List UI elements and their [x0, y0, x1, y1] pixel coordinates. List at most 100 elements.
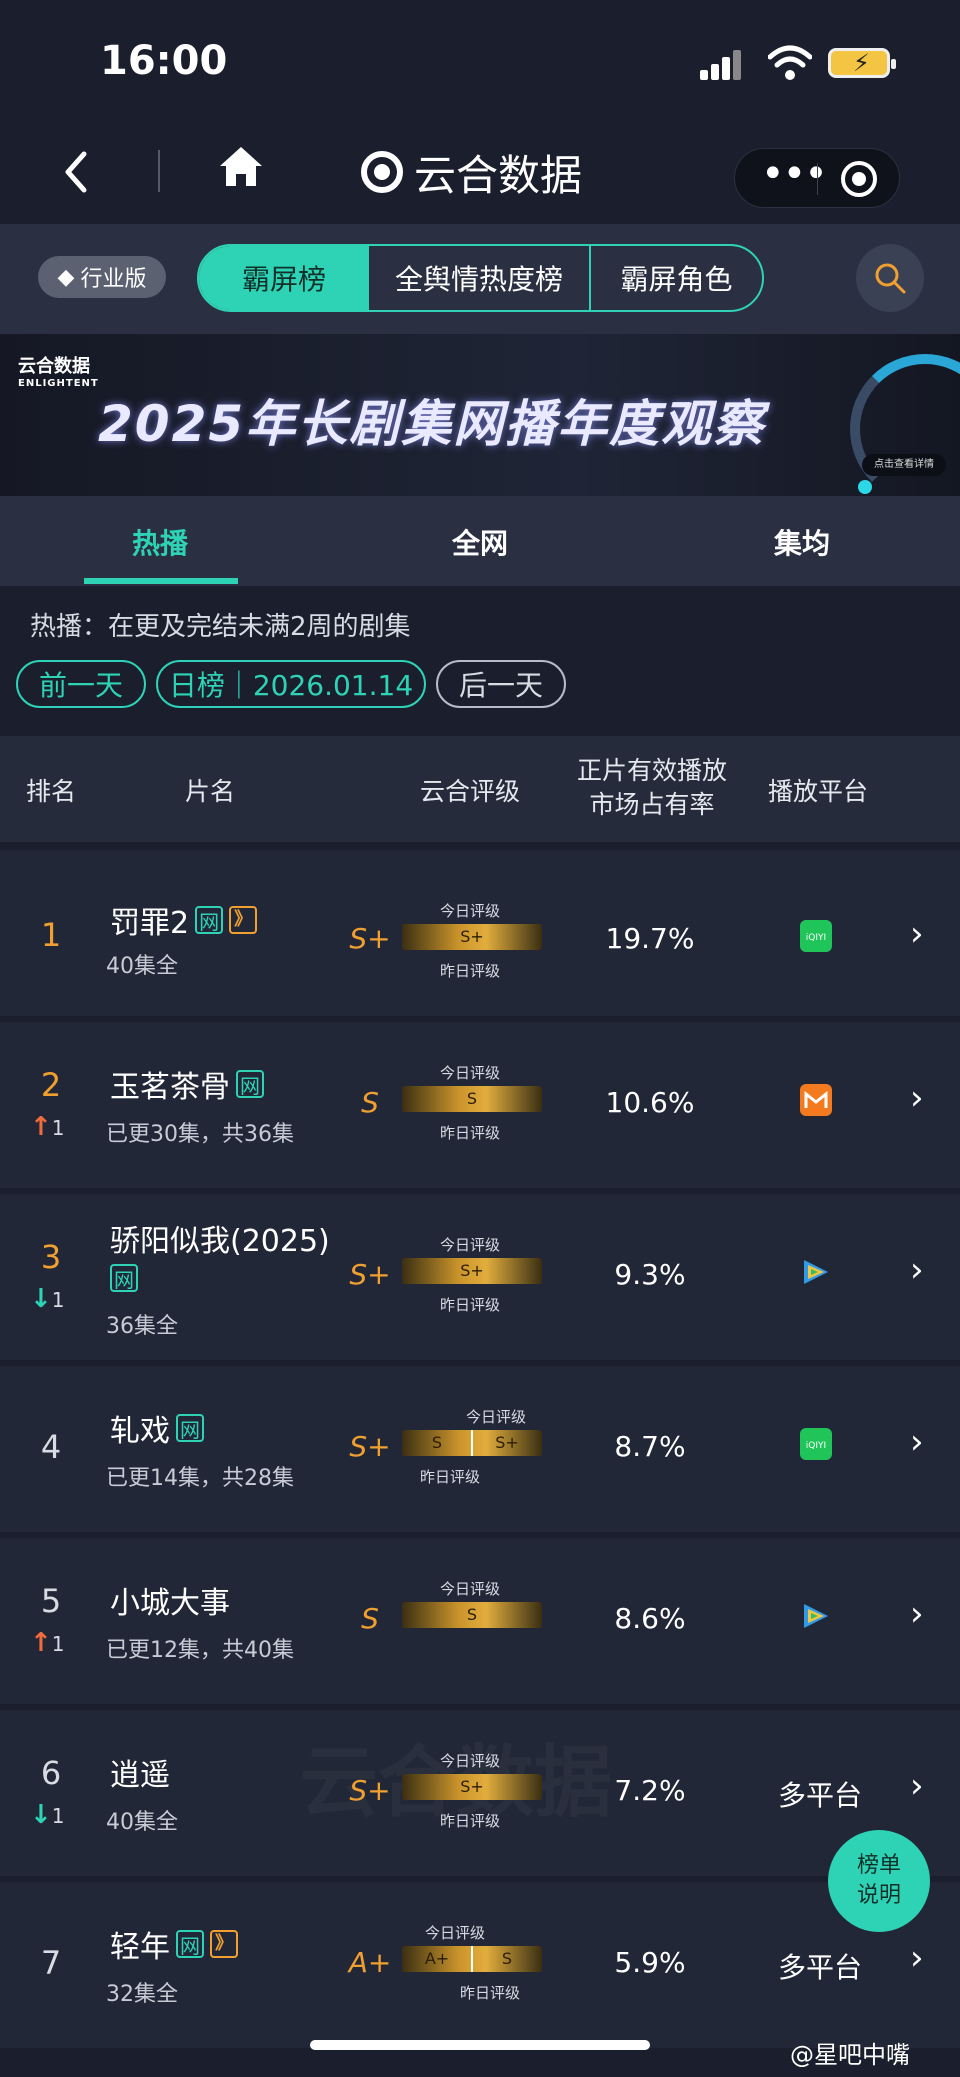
show-title[interactable]: 轻年 网 》 — [110, 1922, 238, 1966]
show-title[interactable]: 骄阳似我(2025) 网 — [110, 1216, 330, 1292]
grade-meter-today: S+ — [495, 1433, 519, 1452]
grade-meter: S+ — [402, 1774, 542, 1800]
nav-title-group: 云合数据 — [360, 142, 582, 202]
fab-line2: 说明 — [856, 1883, 901, 1908]
episode-info: 已更14集，共28集 — [106, 1466, 294, 1491]
ranking-segment: 霸屏榜 全舆情热度榜 霸屏角色 — [197, 244, 764, 312]
show-title-text: 罚罪2 — [110, 906, 190, 941]
row-chevron-icon[interactable]: › — [910, 1078, 924, 1118]
rank-change-value: 1 — [51, 1288, 65, 1312]
today-grade-label: 今日评级 — [439, 1064, 500, 1082]
battery-icon: ⚡ — [828, 48, 896, 78]
grade-meter-yesterday: S — [431, 1433, 443, 1452]
episode-info: 32集全 — [106, 1982, 178, 2007]
tencent-video-icon — [804, 1260, 828, 1284]
yesterday-grade-label: 昨日评级 — [459, 1984, 520, 2002]
tab-hot[interactable]: 热播 — [80, 522, 240, 562]
search-icon — [875, 263, 906, 294]
svg-text:iQIYI: iQIYI — [806, 933, 826, 943]
platform-text: 多平台 — [777, 1951, 862, 1984]
segment-bapingbang[interactable]: 霸屏榜 — [199, 246, 369, 310]
grade-value: S+ — [349, 1258, 391, 1291]
row-chevron-icon[interactable]: › — [910, 1594, 924, 1634]
web-tag-icon: 网 — [236, 1070, 264, 1098]
row-chevron-icon[interactable]: › — [910, 1250, 924, 1290]
home-icon[interactable] — [216, 142, 266, 192]
mango-icon — [800, 1084, 832, 1116]
show-title-text: 轻年 — [110, 1930, 170, 1965]
ranking-type-bar: ◆ 行业版 霸屏榜 全舆情热度榜 霸屏角色 — [0, 224, 960, 334]
home-indicator[interactable] — [310, 2040, 650, 2050]
edition-badge[interactable]: ◆ 行业版 — [38, 256, 166, 298]
table-row[interactable]: 2 ↑1 玉茗茶骨 网 已更30集，共36集 S 今日评级 S 昨日评级 10.… — [0, 1022, 960, 1188]
banner-logo-text: 云合数据 — [18, 356, 90, 377]
yesterday-grade-label: 昨日评级 — [439, 962, 500, 980]
today-grade-label: 今日评级 — [424, 1924, 485, 1942]
row-chevron-icon[interactable]: › — [910, 1938, 924, 1978]
iqiyi-icon: iQIYI — [800, 920, 832, 952]
show-title[interactable]: 小城大事 — [110, 1578, 230, 1622]
grade-meter: S — [402, 1086, 542, 1112]
rank-change-value: 1 — [51, 1116, 65, 1140]
tab-all-network[interactable]: 全网 — [400, 522, 560, 562]
grade-meter-divider — [471, 1946, 473, 1972]
next-day-button[interactable]: 后一天 — [436, 660, 566, 708]
search-button[interactable] — [856, 244, 924, 312]
show-title-text: 玉茗茶骨 — [110, 1070, 230, 1105]
ranking-explanation-button[interactable]: 榜单 说明 — [828, 1830, 930, 1932]
wifi-icon — [768, 45, 812, 80]
grade-meter-text: S+ — [460, 927, 484, 946]
rank-number: 5 — [40, 1582, 62, 1620]
grade-meter-today: A+ — [424, 1949, 450, 1968]
episode-info: 40集全 — [106, 1810, 178, 1835]
row-chevron-icon[interactable]: › — [910, 914, 924, 954]
show-title-text: 逍遥 — [110, 1758, 170, 1793]
segment-bapingjuese[interactable]: 霸屏角色 — [591, 246, 762, 310]
yesterday-grade-label: 昨日评级 — [439, 1812, 500, 1830]
table-row[interactable]: 7 轻年 网 》 32集全 A+ 今日评级 A+ S 昨日评级 5.9% 多平台… — [0, 1882, 960, 2048]
target-icon[interactable] — [841, 161, 877, 197]
grade-meter-text: S — [466, 1605, 478, 1624]
table-row[interactable]: 3 ↓1 骄阳似我(2025) 网 36集全 S+ 今日评级 S+ 昨日评级 9… — [0, 1194, 960, 1360]
table-row[interactable]: 1 罚罪2 网 》 40集全 S+ 今日评级 S+ 昨日评级 19.7% iQI… — [0, 850, 960, 1016]
chevron-left-icon — [65, 151, 87, 193]
segment-quanyuqing[interactable]: 全舆情热度榜 — [369, 246, 591, 310]
tab-episode-avg[interactable]: 集均 — [722, 522, 882, 562]
grade-meter-yesterday: S — [501, 1949, 513, 1968]
today-grade-label: 今日评级 — [439, 902, 500, 920]
sub-tabs: 热播 全网 集均 — [0, 496, 960, 586]
date-picker-button[interactable]: 日榜｜2026.01.14 — [156, 660, 426, 708]
market-share: 5.9% — [614, 1946, 686, 1979]
table-row[interactable]: 5 ↑1 小城大事 已更12集，共40集 S 今日评级 S 8.6% › — [0, 1538, 960, 1704]
grade-value: S — [361, 1086, 379, 1119]
promo-banner[interactable]: 云合数据 ENLIGHTENT 2025年长剧集网播年度观察 点击查看详情 — [0, 334, 960, 496]
web-tag-icon: 网 — [176, 1414, 204, 1442]
back-button[interactable] — [60, 148, 90, 204]
grade-value: A+ — [348, 1946, 392, 1979]
grade-meter: S S+ — [402, 1430, 542, 1456]
weibo-watermark: @星吧中嘴 — [790, 2041, 910, 2069]
show-title-text: 骄阳似我(2025) — [110, 1224, 330, 1259]
banner-cta[interactable]: 点击查看详情 — [862, 454, 946, 476]
diamond-icon: ◆ — [57, 264, 75, 290]
grade-meter-divider — [471, 1430, 473, 1456]
show-title[interactable]: 玉茗茶骨 网 — [110, 1062, 264, 1106]
grade-value: S+ — [349, 1774, 391, 1807]
row-chevron-icon[interactable]: › — [910, 1422, 924, 1462]
show-title[interactable]: 逍遥 — [110, 1750, 170, 1794]
capsule-divider — [817, 163, 818, 195]
prev-day-button[interactable]: 前一天 — [16, 660, 146, 708]
list-description: 热播：在更及完结未满2周的剧集 — [30, 612, 411, 642]
header-platform: 播放平台 — [767, 777, 868, 806]
show-title[interactable]: 罚罪2 网 》 — [110, 898, 258, 942]
table-row[interactable]: 4 轧戏 网 已更14集，共28集 S+ 今日评级 S S+ 昨日评级 8.7%… — [0, 1366, 960, 1532]
grade-meter-text: S+ — [460, 1261, 484, 1280]
market-share: 8.6% — [614, 1602, 686, 1635]
show-title[interactable]: 轧戏 网 — [110, 1406, 204, 1450]
table-row[interactable]: 云合数据 6 ↓1 逍遥 40集全 S+ 今日评级 S+ 昨日评级 7.2% 多… — [0, 1710, 960, 1876]
nav-divider — [158, 150, 160, 192]
yesterday-grade-label: 昨日评级 — [439, 1124, 500, 1142]
today-grade-label: 今日评级 — [439, 1236, 500, 1254]
row-chevron-icon[interactable]: › — [910, 1766, 924, 1806]
tencent-video-icon — [804, 1604, 828, 1628]
